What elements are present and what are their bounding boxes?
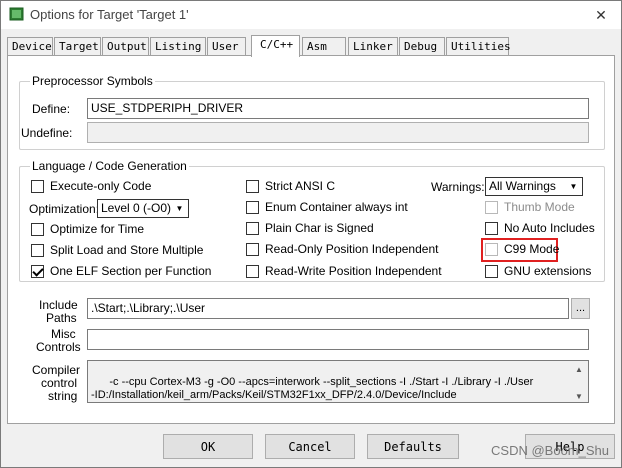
tab-linker[interactable]: Linker [348,37,398,56]
scroll-down-icon[interactable]: ▼ [572,390,586,401]
checkbox-box[interactable] [31,264,44,278]
checkbox-label: Enum Container always int [265,200,408,214]
checkbox-label: Read-Only Position Independent [265,242,439,256]
ro-position-independent-checkbox[interactable]: Read-Only Position Independent [246,241,438,257]
one-elf-section-checkbox[interactable]: One ELF Section per Function [31,263,211,279]
checkbox-box[interactable] [246,200,259,214]
defaults-button[interactable]: Defaults [367,434,459,459]
undefine-label: Undefine: [21,126,73,140]
window-title: Options for Target 'Target 1' [30,7,189,22]
scroll-up-icon[interactable]: ▲ [572,363,586,374]
warnings-value: All Warnings [489,179,556,193]
checkbox-box[interactable] [246,179,259,193]
checkbox-box[interactable] [485,221,498,235]
checkbox-label: C99 Mode [504,242,560,256]
cancel-button[interactable]: Cancel [265,434,355,459]
preprocessor-group-title: Preprocessor Symbols [30,74,155,88]
tab-target[interactable]: Target [54,37,101,56]
language-group-title: Language / Code Generation [30,159,189,173]
checkbox-label: Read-Write Position Independent [265,264,442,278]
checkbox-label: GNU extensions [504,264,592,278]
optimization-select[interactable]: Level 0 (-O0) ▼ [97,199,189,218]
define-label: Define: [32,102,71,116]
checkbox-box[interactable] [246,264,259,278]
checkbox-box[interactable] [246,221,259,235]
browse-include-button[interactable]: ... [571,298,590,319]
compiler-control-string[interactable]: -c --cpu Cortex-M3 -g -O0 --apcs=interwo… [87,360,589,403]
undefine-input[interactable] [87,122,589,143]
title-bar: Options for Target 'Target 1' ✕ [1,1,621,29]
options-dialog: Options for Target 'Target 1' ✕ Device T… [0,0,622,468]
tab-output[interactable]: Output [102,37,149,56]
chevron-down-icon: ▼ [175,204,184,213]
checkbox-box[interactable] [485,200,498,214]
no-auto-includes-checkbox[interactable]: No Auto Includes [485,220,595,236]
tab-panel-c-cpp: Preprocessor Symbols Define: USE_STDPERI… [7,55,615,424]
checkbox-box[interactable] [31,179,44,193]
tab-c-cpp[interactable]: C/C++ [251,35,300,57]
checkbox-label: Strict ANSI C [265,179,336,193]
include-label-1: Include [39,298,78,312]
tab-utilities[interactable]: Utilities [446,37,511,56]
tab-device[interactable]: Device [7,37,53,56]
chevron-down-icon: ▼ [569,182,578,191]
compiler-label-3: string [48,389,78,403]
checkbox-label: Thumb Mode [504,200,575,214]
split-load-store-checkbox[interactable]: Split Load and Store Multiple [31,242,203,258]
checkbox-label: One ELF Section per Function [50,264,212,278]
tab-strip: Device Target Output Listing User C/C++ … [7,35,615,57]
warnings-select[interactable]: All Warnings ▼ [485,177,583,196]
execute-only-code-checkbox[interactable]: Execute-only Code [31,178,151,194]
include-label-2: Paths [46,311,77,325]
checkbox-label: Execute-only Code [50,179,152,193]
keil-app-icon [9,7,24,21]
thumb-mode-checkbox[interactable]: Thumb Mode [485,199,575,215]
optimize-for-time-checkbox[interactable]: Optimize for Time [31,221,144,237]
checkbox-box[interactable] [31,243,44,257]
optimization-label: Optimization: [29,202,100,216]
ok-button[interactable]: OK [163,434,253,459]
checkbox-box[interactable] [485,264,498,278]
checkbox-box[interactable] [485,242,498,256]
optimization-value: Level 0 (-O0) [101,201,172,215]
checkbox-label: Plain Char is Signed [265,221,374,235]
compiler-control-text: -c --cpu Cortex-M3 -g -O0 --apcs=interwo… [91,376,534,401]
strict-ansi-c-checkbox[interactable]: Strict ANSI C [246,178,335,194]
misc-label-1: Misc [51,327,76,341]
plain-char-signed-checkbox[interactable]: Plain Char is Signed [246,220,374,236]
enum-container-checkbox[interactable]: Enum Container always int [246,199,408,215]
checkbox-box[interactable] [246,242,259,256]
define-input[interactable]: USE_STDPERIPH_DRIVER [87,98,589,119]
checkbox-label: Optimize for Time [50,222,145,236]
checkbox-label: No Auto Includes [504,221,595,235]
compiler-label-2: control [41,376,78,390]
misc-label-2: Controls [36,340,81,354]
misc-controls-input[interactable] [87,329,589,350]
checkbox-box[interactable] [31,222,44,236]
warnings-label: Warnings: [431,180,485,194]
c99-mode-checkbox[interactable]: C99 Mode [485,241,559,257]
tab-user[interactable]: User [207,37,246,56]
checkbox-label: Split Load and Store Multiple [50,243,204,257]
gnu-extensions-checkbox[interactable]: GNU extensions [485,263,591,279]
tab-asm[interactable]: Asm [302,37,346,56]
watermark: CSDN @Boom_Shu [491,443,609,458]
include-paths-input[interactable]: .\Start;.\Library;.\User [87,298,569,319]
compiler-label-1: Compiler [32,363,81,377]
tab-debug[interactable]: Debug [399,37,445,56]
tab-listing[interactable]: Listing [150,37,206,56]
close-icon[interactable]: ✕ [581,1,621,29]
rw-position-independent-checkbox[interactable]: Read-Write Position Independent [246,263,442,279]
